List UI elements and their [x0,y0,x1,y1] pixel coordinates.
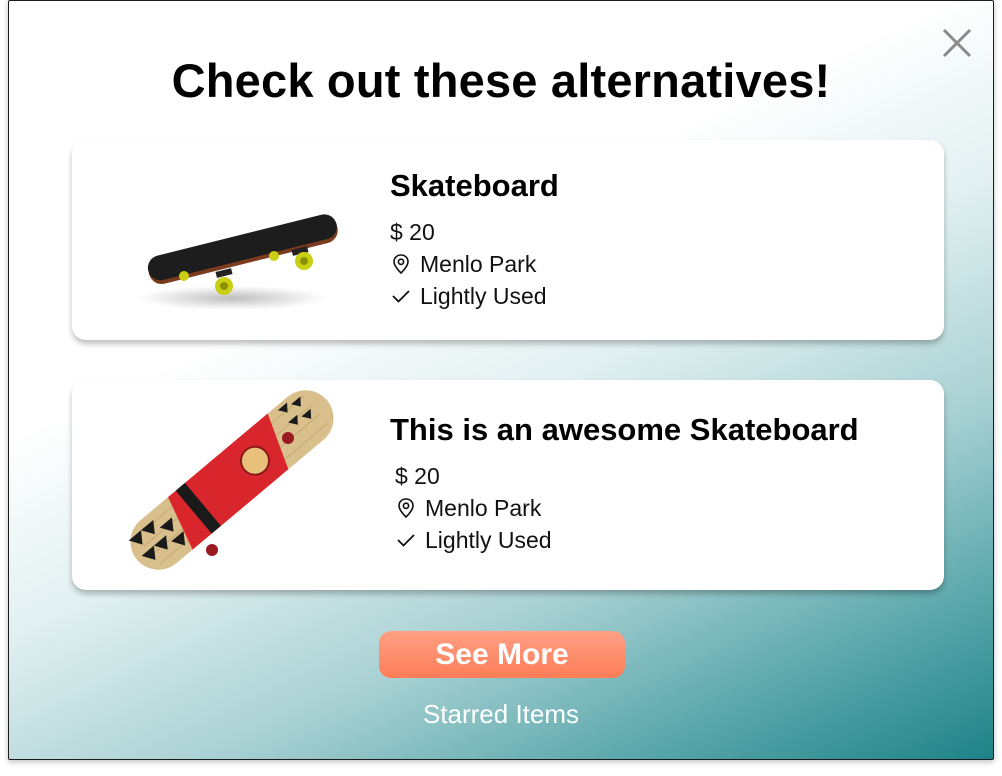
checkmark-icon [395,529,417,551]
starred-items-link[interactable]: Starred Items [9,699,993,730]
item-price-row: $ 20 [390,460,859,492]
item-condition: Lightly Used [425,526,552,553]
item-info: This is an awesome Skateboard $ 20 Menlo… [390,412,859,556]
item-location-row: Menlo Park [390,248,559,280]
red-pattern-skateboard-image[interactable] [112,390,352,570]
item-title[interactable]: Skateboard [390,168,559,204]
item-location-row: Menlo Park [390,492,859,524]
item-price: $ 20 [395,462,440,489]
item-title[interactable]: This is an awesome Skateboard [390,412,859,448]
checkmark-icon [390,285,412,307]
item-price-row: $ 20 [390,216,559,248]
item-card[interactable]: This is an awesome Skateboard $ 20 Menlo… [72,380,944,590]
modal-title: Check out these alternatives! [171,54,831,107]
see-more-button[interactable]: See More [379,631,625,678]
item-info: Skateboard $ 20 Menlo Park Lightly Used [390,168,559,312]
item-card[interactable]: Skateboard $ 20 Menlo Park Lightly Used [72,140,944,340]
item-price: $ 20 [390,218,435,245]
item-condition-row: Lightly Used [390,280,559,312]
black-skateboard-image[interactable] [112,150,352,330]
item-condition-row: Lightly Used [390,524,859,556]
item-location: Menlo Park [420,250,537,277]
item-location: Menlo Park [425,494,542,521]
location-pin-icon [395,497,417,519]
location-pin-icon [390,253,412,275]
item-condition: Lightly Used [420,282,547,309]
alternatives-modal: Check out these alternatives! Skateboard… [8,0,994,760]
